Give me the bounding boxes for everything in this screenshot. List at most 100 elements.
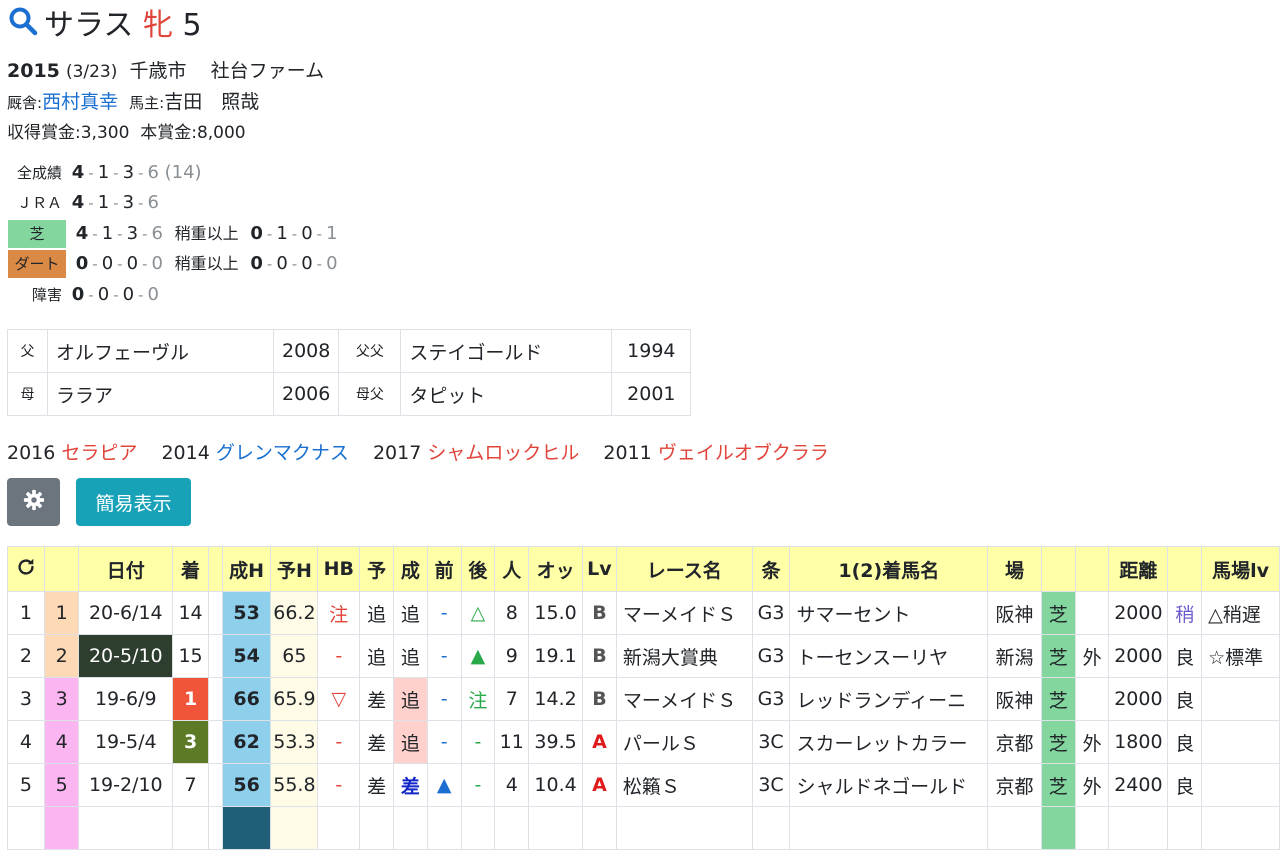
col-header-date[interactable]: 日付	[78, 546, 174, 592]
course: 外	[1074, 634, 1110, 678]
table-row[interactable]: 3 3 19-6/9 1 66 65.9 ▽ 差 追 - 注 7 14.2 B …	[7, 677, 1280, 721]
heavy-thirds: 0	[301, 253, 313, 274]
winner-name[interactable]: レッドランディーニ	[789, 677, 989, 721]
race-name[interactable]: パールＳ	[615, 720, 753, 764]
col-header-mae[interactable]: 前	[426, 546, 462, 592]
table-row[interactable]: 1 1 20-6/14 14 53 66.2 注 追 追 - △ 8 15.0 …	[7, 591, 1280, 635]
heavy-others: 1	[326, 223, 338, 244]
winner-name[interactable]: トーセンスーリヤ	[789, 634, 989, 678]
surface: 芝	[1040, 763, 1076, 807]
race-date[interactable]: 19-5/4	[78, 720, 174, 764]
thirds: 3	[126, 223, 139, 244]
others: 0	[147, 284, 159, 305]
col-header-yoH[interactable]: 予H	[270, 546, 319, 592]
race-date[interactable]: 20-6/14	[78, 591, 174, 635]
track-condition: 良	[1167, 634, 1203, 678]
race-date[interactable]: 19-6/9	[78, 677, 174, 721]
seconds: 0	[97, 284, 110, 305]
others: 6	[147, 192, 159, 213]
winner-name[interactable]: サマーセント	[789, 591, 989, 635]
refresh-icon[interactable]	[15, 558, 37, 583]
col-header-race[interactable]: レース名	[615, 546, 753, 592]
mae-mark: -	[426, 591, 462, 635]
yo-style: 追	[359, 634, 394, 678]
trainer-link[interactable]: 西村真幸	[42, 91, 118, 113]
col-header-lv[interactable]: Lv	[582, 546, 617, 592]
sei-style: 追	[392, 634, 428, 678]
race-date[interactable]	[78, 806, 174, 850]
col-header-ato[interactable]: 後	[460, 546, 496, 592]
sire-year: 2008	[272, 329, 340, 373]
level: A	[582, 763, 617, 807]
col-header	[207, 546, 223, 592]
row-index: 2	[7, 634, 45, 678]
popularity	[494, 806, 530, 850]
race-name[interactable]: 松籟Ｓ	[615, 763, 753, 807]
seconds: 0	[101, 253, 114, 274]
col-header-venue[interactable]: 場	[987, 546, 1042, 592]
mae-mark: ▲	[426, 763, 462, 807]
dash: -	[266, 255, 273, 273]
col-header-condition[interactable]: 条	[751, 546, 791, 592]
birth-place: 千歳市	[129, 60, 187, 82]
yo-h: 55.8	[270, 763, 319, 807]
sibling-link[interactable]: セラピア	[61, 442, 137, 464]
race-name[interactable]: マーメイドＳ	[615, 591, 753, 635]
course	[1074, 806, 1110, 850]
col-header-sei[interactable]: 成	[392, 546, 428, 592]
winner-name[interactable]	[789, 806, 989, 850]
dash: -	[291, 255, 298, 273]
col-header[interactable]	[43, 546, 80, 592]
col-header-seiH[interactable]: 成H	[221, 546, 272, 592]
yo-style: 差	[359, 720, 394, 764]
table-row[interactable]	[7, 806, 1280, 850]
table-row[interactable]: 4 4 19-5/4 3 62 53.3 - 差 追 - - 11 39.5 A…	[7, 720, 1280, 764]
settings-button[interactable]	[7, 478, 60, 526]
col-header-yo[interactable]: 予	[359, 546, 394, 592]
record-jump: 障害 0-0-0-0	[8, 281, 159, 309]
distance	[1108, 806, 1169, 850]
race-date[interactable]: 19-2/10	[78, 763, 174, 807]
row-index-2: 4	[43, 720, 80, 764]
race-date[interactable]: 20-5/10	[78, 634, 174, 678]
col-header-hb[interactable]: HB	[317, 546, 361, 592]
dash: -	[117, 225, 123, 243]
heavy-seconds: 0	[276, 253, 288, 274]
race-results-table: 日付 着 成H 予H HB 予 成 前 後 人 オッ Lv レース名 条 1(2…	[7, 546, 1280, 850]
search-icon[interactable]	[8, 6, 38, 47]
refresh-header[interactable]	[7, 546, 45, 592]
level: B	[582, 634, 617, 678]
sibling-link[interactable]: シャムロックヒル	[427, 442, 579, 464]
col-header	[1167, 546, 1203, 592]
popularity: 11	[494, 720, 530, 764]
col-header-track-lv[interactable]: 馬場lv	[1201, 546, 1280, 592]
dash: -	[142, 225, 148, 243]
sibling-link[interactable]: グレンマクナス	[216, 442, 349, 464]
col-header-finish[interactable]: 着	[172, 546, 209, 592]
col-header-popularity[interactable]: 人	[494, 546, 530, 592]
ato-mark: 注	[460, 677, 496, 721]
level: B	[582, 677, 617, 721]
track-condition	[1167, 806, 1203, 850]
finish-position	[172, 806, 209, 850]
track-condition: 良	[1167, 677, 1203, 721]
odds: 14.2	[528, 677, 583, 721]
col-header-distance[interactable]: 距離	[1108, 546, 1169, 592]
winner-name[interactable]: スカーレットカラー	[789, 720, 989, 764]
race-name[interactable]: マーメイドＳ	[615, 677, 753, 721]
table-row[interactable]: 2 2 20-5/10 15 54 65 - 追 追 - ▲ 9 19.1 B …	[7, 634, 1280, 678]
record-label: ＪＲＡ	[16, 194, 62, 212]
table-row[interactable]: 5 5 19-2/10 7 56 55.8 - 差 差 ▲ - 4 10.4 A…	[7, 763, 1280, 807]
dash: -	[117, 255, 123, 273]
distance: 2000	[1108, 634, 1169, 678]
simple-view-button[interactable]: 簡易表示	[76, 478, 191, 526]
col-header-odds[interactable]: オッ	[528, 546, 583, 592]
wins: 4	[71, 192, 85, 213]
sibling-link[interactable]: ヴェイルオブクララ	[658, 442, 829, 464]
seconds: 1	[101, 223, 114, 244]
race-name[interactable]	[615, 806, 753, 850]
winner-name[interactable]: シャルドネゴールド	[789, 763, 989, 807]
race-name[interactable]: 新潟大賞典	[615, 634, 753, 678]
col-header-winner[interactable]: 1(2)着馬名	[789, 546, 989, 592]
siblings-list: 2016 セラピア 2014 グレンマクナス 2017 シャムロックヒル 201…	[7, 440, 829, 466]
